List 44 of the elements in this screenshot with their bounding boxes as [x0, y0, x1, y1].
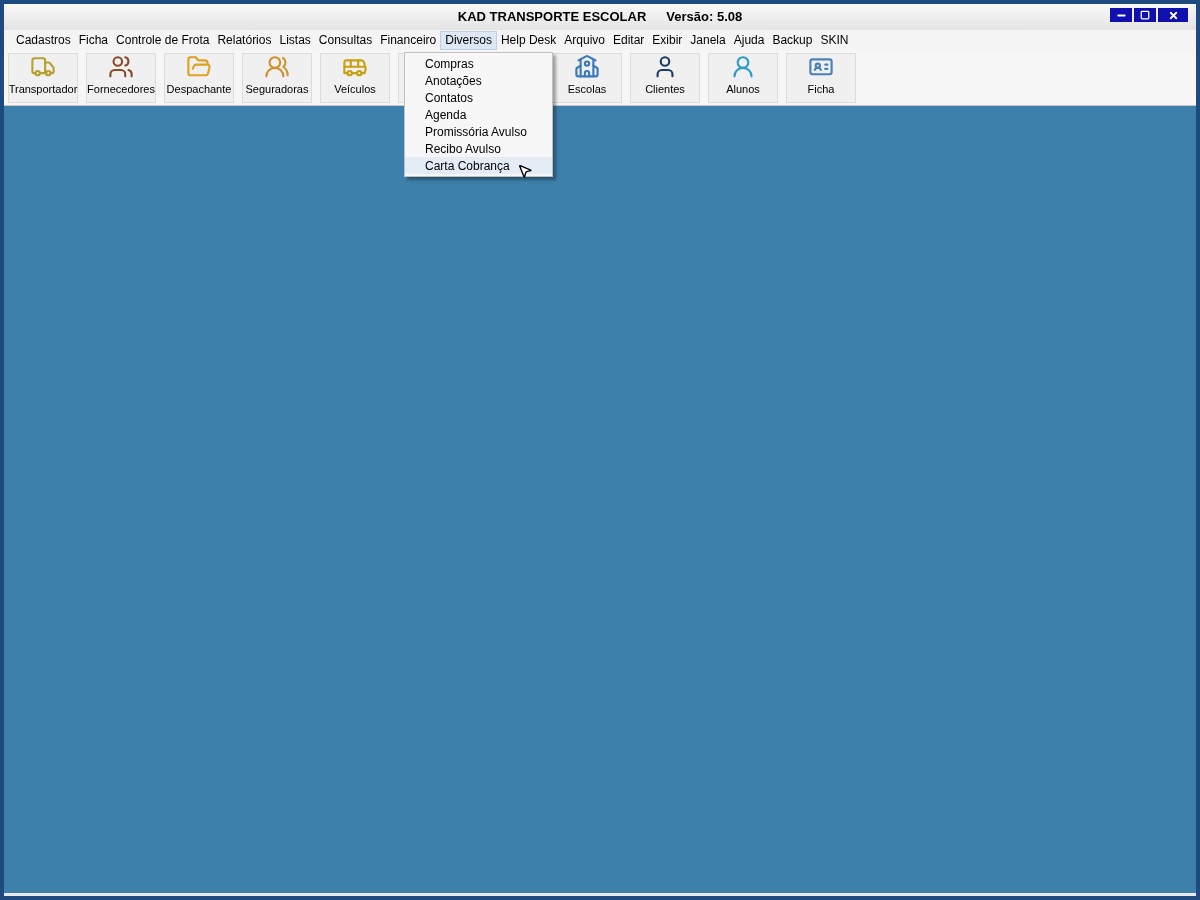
menu-item[interactable]: Exibir — [648, 30, 687, 50]
menu-item[interactable]: Controle de Frota — [112, 30, 214, 50]
dropdown-item[interactable]: Promissória Avulso — [405, 123, 552, 140]
dropdown-item[interactable]: Agenda — [405, 106, 552, 123]
menu-item[interactable]: Diversos — [440, 30, 497, 50]
toolbar-button[interactable]: Clientes — [630, 52, 700, 103]
close-button[interactable] — [1158, 8, 1188, 22]
version-label: Versão: 5.08 — [666, 8, 743, 27]
dropdown-item[interactable]: Recibo Avulso — [405, 140, 552, 157]
menu-item[interactable]: Backup — [768, 30, 817, 50]
window-title: KAD TRANSPORTE ESCOLAR — [457, 8, 647, 27]
dropdown-item[interactable]: Carta Cobrança — [405, 157, 552, 174]
toolbar-button[interactable]: Despachante — [164, 52, 234, 103]
menu-item[interactable]: Arquivo — [560, 30, 609, 50]
menu-item[interactable]: Cadastros — [12, 30, 75, 50]
maximize-icon — [1140, 10, 1150, 20]
menu-item[interactable]: Janela — [686, 30, 730, 50]
menu-item[interactable]: Financeiro — [376, 30, 441, 50]
menu-item[interactable]: Consultas — [314, 30, 377, 50]
close-icon — [1167, 9, 1179, 21]
dropdown-item[interactable]: Contatos — [405, 89, 552, 106]
menu-item[interactable]: Relatórios — [213, 30, 276, 50]
toolbar-button[interactable]: Alunos — [708, 52, 778, 103]
menu-item[interactable]: Ficha — [74, 30, 113, 50]
toolbar-button[interactable]: Escolas — [552, 52, 622, 103]
menu-item[interactable]: Listas — [275, 30, 315, 50]
people-icon — [108, 53, 134, 79]
maximize-button[interactable] — [1134, 8, 1156, 22]
folder-icon — [186, 53, 212, 79]
minimize-button[interactable] — [1110, 8, 1132, 22]
menu-item[interactable]: Editar — [608, 30, 649, 50]
people-icon — [264, 53, 290, 79]
toolbar-button[interactable]: Seguradoras — [242, 52, 312, 103]
dropdown-item[interactable]: Anotações — [405, 72, 552, 89]
person-icon — [730, 53, 756, 79]
menu-item[interactable]: Help Desk — [496, 30, 561, 50]
toolbar-button[interactable]: Veículos — [320, 52, 390, 103]
toolbar-button[interactable]: Fornecedores — [86, 52, 156, 103]
dropdown-item[interactable]: Compras — [405, 55, 552, 72]
toolbar-button[interactable]: Transportador — [8, 52, 78, 103]
toolbar-button[interactable]: Ficha — [786, 52, 856, 103]
menu-item[interactable]: SKIN — [816, 30, 853, 50]
building-icon — [574, 53, 600, 79]
menu-item[interactable]: Ajuda — [729, 30, 769, 50]
